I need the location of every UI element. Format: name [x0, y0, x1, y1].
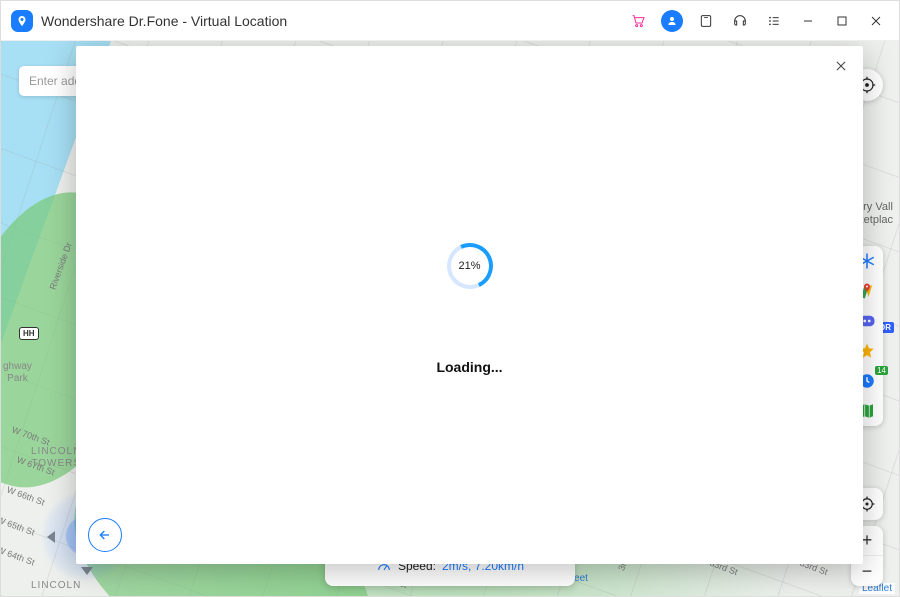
- maximize-button[interactable]: [825, 1, 859, 41]
- map-canvas[interactable]: HH FDR W 107th St W 106th St W 67th St W…: [1, 41, 899, 596]
- device-icon[interactable]: [689, 1, 723, 41]
- modal-back-button[interactable]: [88, 518, 122, 552]
- place-label: LINCOLNTOWERS: [31, 446, 81, 470]
- modal-close-button[interactable]: [829, 54, 853, 78]
- loading-modal: 21% Loading...: [76, 46, 863, 564]
- street-label: W 64th St: [1, 545, 36, 568]
- highway-shield: HH: [19, 323, 39, 341]
- street-label: W 65th St: [1, 515, 36, 538]
- app-logo-icon: [11, 10, 33, 32]
- place-label: ghwayPark: [3, 361, 32, 385]
- progress-spinner: 21%: [447, 243, 493, 289]
- joystick-down-icon[interactable]: [81, 567, 93, 575]
- window-title: Wondershare Dr.Fone - Virtual Location: [41, 13, 287, 29]
- support-icon[interactable]: [723, 1, 757, 41]
- street-label: W 66th St: [5, 485, 46, 508]
- progress-percent: 21%: [447, 243, 493, 289]
- place-label: LINCOLN: [31, 580, 81, 592]
- joystick-left-icon[interactable]: [47, 531, 55, 543]
- titlebar: Wondershare Dr.Fone - Virtual Location: [1, 1, 899, 41]
- menu-icon[interactable]: [757, 1, 791, 41]
- close-button[interactable]: [859, 1, 893, 41]
- cart-icon[interactable]: [621, 1, 655, 41]
- account-icon[interactable]: [655, 1, 689, 41]
- loading-label: Loading...: [76, 359, 863, 375]
- app-window: Wondershare Dr.Fone - Virtual Location: [0, 0, 900, 597]
- minimize-button[interactable]: [791, 1, 825, 41]
- tray-badge: 14: [875, 366, 888, 375]
